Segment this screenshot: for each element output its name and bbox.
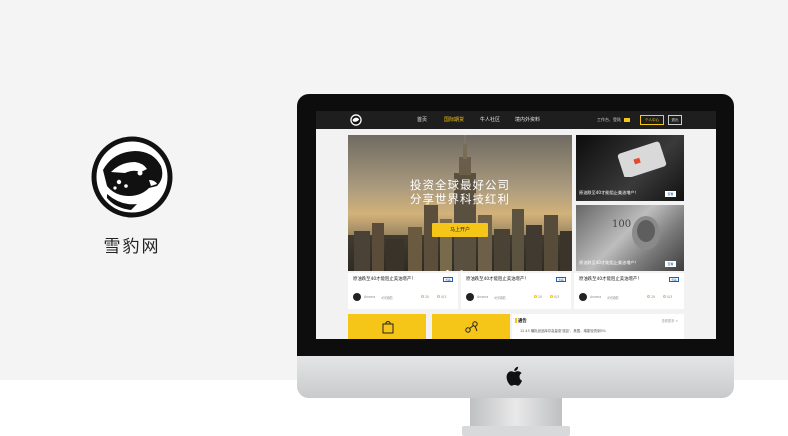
side-card-dollar[interactable]: 100 原油跌至40才能阻止美油增产！ 查看: [576, 205, 684, 271]
side-card-title: 原油跌至40才能阻止美油增产！: [579, 190, 639, 195]
news-likes: 20: [425, 295, 430, 299]
news-title: 原油跌至40才能阻止美油增产！: [466, 277, 529, 282]
feature-tile-network[interactable]: [432, 314, 510, 339]
news-tag[interactable]: 查看: [443, 277, 453, 282]
notice-panel: 通告 查看更多 > 12.43 横批品品库存高量涨'强劲'，美国，增能较低倒5%: [512, 314, 684, 339]
notice-text[interactable]: 12.43 横批品品库存高量涨'强劲'，美国，增能较低倒5%: [520, 328, 606, 333]
news-likes: 20: [651, 295, 656, 299]
credit-card-image: [617, 141, 667, 177]
feature-tile-shop[interactable]: [348, 314, 426, 339]
news-time: 4分钟前: [607, 296, 619, 300]
news-tag[interactable]: 查看: [669, 277, 679, 282]
hero-banner[interactable]: 投资全球最好公司 分享世界科技红利 马上开户: [348, 135, 572, 271]
news-comments: 0/3: [667, 295, 673, 299]
imac-stand-foot: [462, 426, 570, 436]
dollar-bill-image: 100: [612, 216, 660, 250]
notice-accent-bar: [515, 318, 517, 323]
shopping-bag-icon: [382, 321, 394, 334]
side-card-title: 原油跌至40才能阻止美油增产！: [579, 260, 639, 265]
news-comments: 0/3: [554, 295, 560, 299]
news-title: 原油跌至40才能阻止美油增产！: [353, 277, 416, 282]
nav-item-resources[interactable]: 境内外资料: [515, 111, 540, 129]
top-nav: 首页 国际期货 牛人社区 境内外资料 工作台、登陆 个人中心 退出: [316, 111, 716, 129]
news-tag[interactable]: 查看: [556, 277, 566, 282]
nav-item-community[interactable]: 牛人社区: [480, 111, 500, 129]
news-author: Anoma: [477, 295, 489, 299]
like-icon[interactable]: [647, 295, 650, 298]
carousel-dot[interactable]: [460, 270, 463, 271]
news-title: 原油跌至40才能阻止美油增产！: [579, 277, 642, 282]
news-comments: 0/3: [441, 295, 447, 299]
carousel-dot[interactable]: [446, 270, 449, 271]
comment-icon[interactable]: [550, 295, 553, 298]
nav-item-home[interactable]: 首页: [417, 111, 427, 129]
brand-name: 雪豹网: [103, 237, 161, 257]
side-card-credit[interactable]: 原油跌至40才能阻止美油增产！ 查看: [576, 135, 684, 201]
side-card-tag[interactable]: 查看: [665, 261, 676, 267]
avatar: [466, 293, 474, 301]
news-card[interactable]: 原油跌至40才能阻止美油增产！ 查看 Anoma 4分钟前 20 0/3: [348, 273, 458, 309]
news-author: Anoma: [590, 295, 602, 299]
network-icon: [465, 321, 478, 333]
login-link[interactable]: 工作台、登陆: [597, 111, 621, 129]
comment-icon[interactable]: [437, 295, 440, 298]
open-account-button[interactable]: 马上开户: [432, 223, 488, 237]
news-author: Anoma: [364, 295, 376, 299]
site-logo-icon[interactable]: [350, 114, 362, 126]
news-time: 4分钟前: [381, 296, 393, 300]
account-button[interactable]: 个人中心: [640, 115, 664, 125]
notice-title: 通告: [518, 319, 527, 324]
like-icon[interactable]: [421, 295, 424, 298]
avatar: [353, 293, 361, 301]
imac-stand: [470, 398, 562, 428]
snow-leopard-icon: [91, 136, 173, 218]
news-time: 4分钟前: [494, 296, 506, 300]
like-icon[interactable]: [534, 295, 537, 298]
carousel-dots: [446, 258, 474, 271]
news-likes: 20: [538, 295, 543, 299]
apple-logo-icon: [506, 366, 522, 386]
hero-subtitle: 分享世界科技红利: [410, 192, 510, 206]
news-card[interactable]: 原油跌至40才能阻止美油增产！ 查看 Anoma 4分钟前 20 0/3: [574, 273, 684, 309]
nav-item-futures[interactable]: 国际期货: [444, 111, 464, 129]
comment-icon[interactable]: [663, 295, 666, 298]
logout-button[interactable]: 退出: [668, 115, 682, 125]
notice-more-link[interactable]: 查看更多 >: [662, 318, 678, 323]
news-card[interactable]: 原油跌至40才能阻止美油增产！ 查看 Anoma 4分钟前 20 0/3: [461, 273, 571, 309]
svg-text:100: 100: [612, 219, 631, 230]
brand-block: 雪豹网: [88, 136, 176, 257]
side-card-tag[interactable]: 查看: [665, 191, 676, 197]
mail-icon[interactable]: [624, 118, 630, 122]
website-screen: 首页 国际期货 牛人社区 境内外资料 工作台、登陆 个人中心 退出 投资全球最好…: [316, 111, 716, 339]
avatar: [579, 293, 587, 301]
